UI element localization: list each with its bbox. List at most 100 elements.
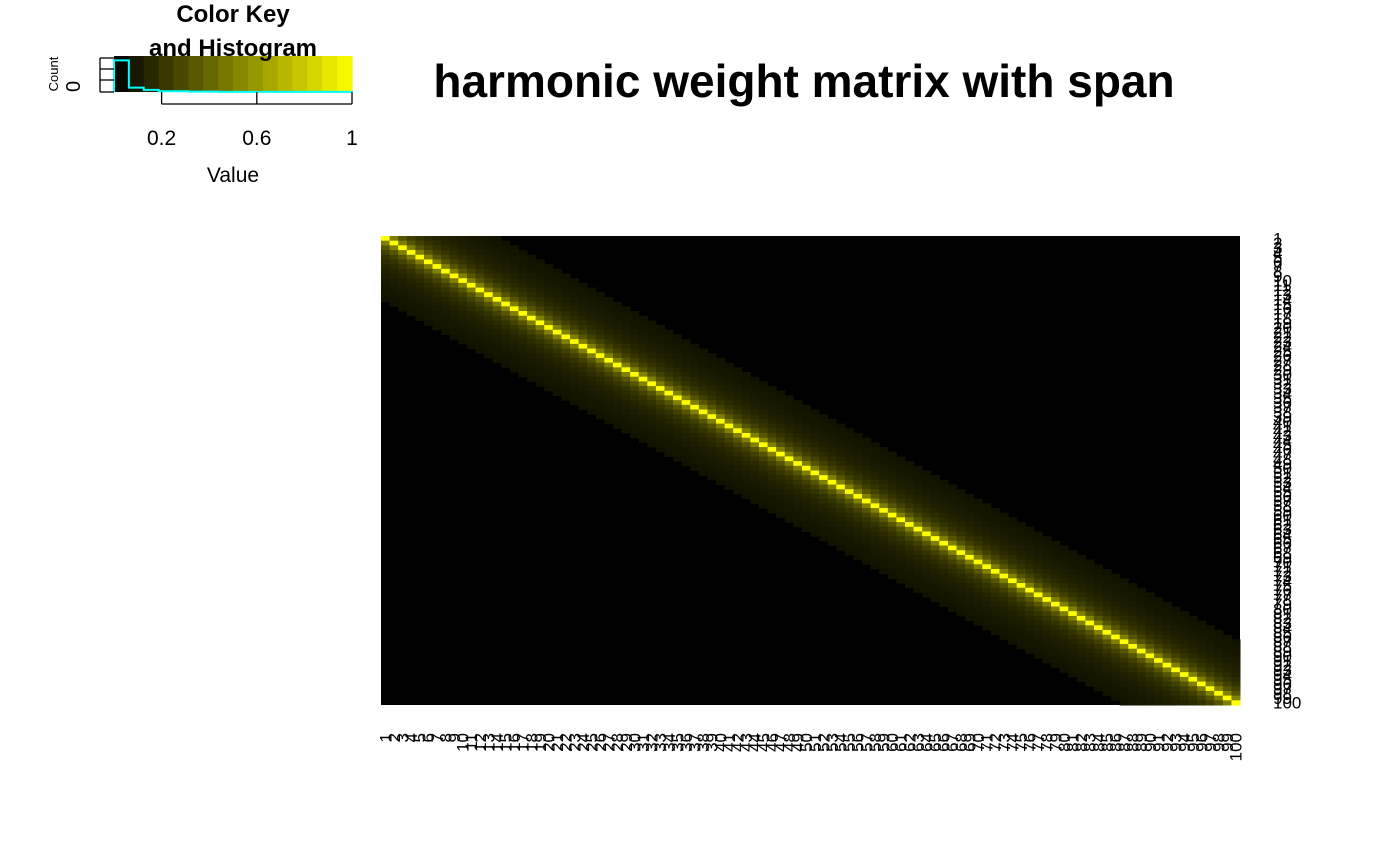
heatmap-cell — [930, 508, 940, 514]
heatmap-cell — [1205, 648, 1215, 654]
heatmap-cell — [647, 348, 657, 354]
heatmap-cell — [930, 545, 940, 551]
heatmap-cell — [1205, 662, 1215, 668]
heatmap-cell — [1111, 578, 1121, 584]
heatmap-cell — [1154, 620, 1164, 626]
heatmap-cell — [1214, 676, 1224, 683]
heatmap-cell — [1128, 639, 1138, 645]
heatmap-cell — [939, 587, 949, 593]
heatmap-cell — [690, 451, 700, 457]
heatmap-cell — [939, 493, 949, 500]
heatmap-cell — [973, 601, 983, 608]
heatmap-cell — [1008, 639, 1018, 645]
heatmap-cell — [896, 512, 906, 518]
heatmap-cell — [853, 498, 863, 504]
heatmap-cell — [716, 404, 726, 411]
heatmap-cell — [475, 278, 485, 284]
heatmap-cell — [406, 301, 416, 307]
heatmap-cell — [1085, 639, 1095, 645]
heatmap-cell — [1162, 690, 1172, 697]
heatmap-cell — [484, 306, 494, 312]
heatmap-cell — [655, 381, 665, 387]
heatmap-cell — [458, 254, 468, 260]
heatmap-cell — [655, 357, 665, 364]
heatmap-cell — [1059, 662, 1069, 668]
heatmap-cell — [501, 287, 511, 293]
heatmap-cell — [441, 273, 451, 279]
heatmap-cell — [398, 306, 408, 312]
heatmap-cell — [999, 629, 1009, 636]
heatmap-cell — [681, 357, 691, 364]
heatmap-cell — [527, 376, 537, 382]
heatmap-cell — [930, 578, 940, 584]
heatmap-cell — [1076, 639, 1086, 645]
heatmap-cell — [982, 550, 992, 556]
heatmap-cell — [879, 512, 889, 518]
heatmap-cell — [1093, 592, 1104, 598]
color-key-title-line-1: Color Key — [176, 1, 290, 28]
heatmap-cell — [587, 320, 597, 326]
heatmap-cell — [544, 372, 554, 378]
heatmap-cell — [595, 292, 605, 298]
heatmap-cell — [1179, 644, 1189, 650]
heatmap-cell — [449, 334, 459, 340]
heatmap-cell — [492, 254, 502, 260]
heatmap-cell — [707, 390, 717, 396]
heatmap-cell — [561, 325, 571, 331]
heatmap-cell — [827, 465, 837, 471]
heatmap-cell — [836, 428, 846, 434]
heatmap-cell — [595, 320, 605, 326]
heatmap-cell — [389, 292, 399, 298]
heatmap-cell — [1145, 620, 1155, 626]
heatmap-cell — [1016, 554, 1026, 561]
heatmap-cell — [544, 287, 554, 293]
heatmap-cell — [862, 475, 872, 481]
heatmap-cell — [1085, 615, 1095, 622]
heatmap-cell — [1171, 611, 1181, 617]
heatmap-cell — [836, 489, 846, 495]
heatmap-cell — [733, 376, 743, 382]
heatmap-cell — [415, 315, 425, 321]
heatmap-cell — [535, 268, 545, 275]
heatmap-cell — [844, 465, 854, 471]
heatmap-cell — [913, 545, 923, 551]
heatmap-cell — [432, 278, 442, 284]
heatmap-cell — [1016, 540, 1026, 547]
heatmap-cell — [853, 470, 863, 476]
heatmap-cell — [1068, 648, 1078, 654]
heatmap-cell — [973, 559, 983, 565]
heatmap-cell — [690, 428, 700, 434]
heatmap-cell — [879, 503, 889, 509]
heatmap-cell — [1214, 634, 1224, 640]
heatmap-cell — [441, 245, 451, 251]
heatmap-cell — [698, 348, 708, 354]
heatmap-cell — [1076, 629, 1086, 636]
heatmap-cell — [819, 465, 829, 471]
heatmap-cell — [956, 583, 966, 589]
heatmap-cell — [784, 404, 794, 411]
heatmap-cell — [844, 442, 854, 448]
heatmap-cell — [441, 264, 451, 270]
heatmap-cell — [612, 386, 623, 392]
heatmap-cell — [569, 339, 580, 345]
heatmap-cell — [819, 479, 829, 486]
heatmap-cell — [758, 437, 769, 443]
heatmap-cell — [698, 461, 708, 467]
heatmap-cell — [432, 245, 442, 251]
heatmap-cell — [1093, 620, 1104, 626]
heatmap-cell — [810, 414, 820, 420]
heatmap-cell — [904, 554, 915, 561]
heatmap-cell — [1025, 601, 1035, 608]
heatmap-cell — [612, 329, 623, 335]
heatmap-cell — [1179, 620, 1189, 626]
heatmap-cell — [1197, 690, 1207, 697]
heatmap-cell — [733, 432, 743, 439]
heatmap-cell — [1179, 634, 1189, 640]
heatmap-cell — [647, 343, 657, 350]
heatmap-cell — [741, 475, 751, 481]
heatmap-cell — [879, 526, 889, 532]
heatmap-cell — [681, 376, 691, 382]
heatmap-cell — [492, 240, 502, 246]
heatmap-cell — [527, 259, 537, 265]
heatmap-cell — [1214, 639, 1224, 645]
